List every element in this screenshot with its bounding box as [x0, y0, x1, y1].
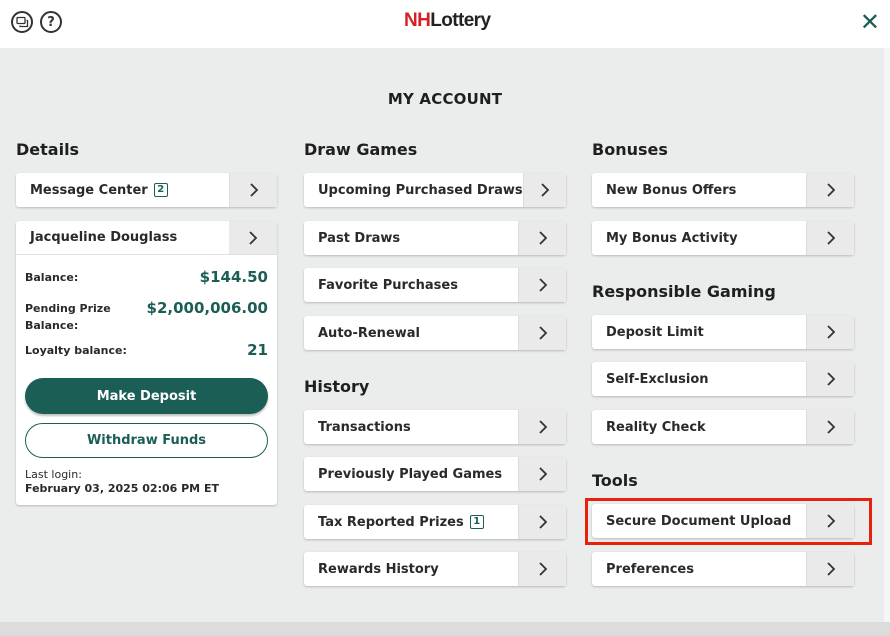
balance-row: Balance: $144.50: [25, 268, 268, 286]
chevron-right-icon[interactable]: [518, 552, 566, 586]
last-login: Last login: February 03, 2025 02:06 PM E…: [25, 468, 219, 495]
menu-item-label: Tax Reported Prizes: [318, 514, 464, 530]
chevron-right-icon[interactable]: [518, 221, 566, 255]
menu-item-label: Message Center: [30, 182, 148, 198]
chevron-right-icon[interactable]: [806, 221, 854, 255]
help-icon[interactable]: ?: [40, 11, 62, 33]
menu-item-upcoming-purchased-draws[interactable]: Upcoming Purchased Draws: [304, 173, 566, 207]
section-title-details: Details: [16, 140, 80, 159]
menu-item-previously-played-games[interactable]: Previously Played Games: [304, 457, 566, 491]
menu-item-auto-renewal[interactable]: Auto-Renewal: [304, 316, 566, 350]
menu-item-deposit-limit[interactable]: Deposit Limit: [592, 315, 854, 349]
chevron-right-icon[interactable]: [806, 362, 854, 396]
chevron-right-icon[interactable]: [518, 457, 566, 491]
nh-lottery-logo[interactable]: NHLottery: [404, 10, 491, 32]
menu-item-favorite-purchases[interactable]: Favorite Purchases: [304, 268, 566, 302]
menu-item-my-bonus-activity[interactable]: My Bonus Activity: [592, 221, 854, 255]
message-count-badge: 2: [153, 183, 168, 197]
loyalty-row: Loyalty balance: 21: [25, 341, 268, 359]
menu-item-rewards-history[interactable]: Rewards History: [304, 552, 566, 586]
chevron-right-icon[interactable]: [229, 173, 277, 207]
withdraw-funds-button[interactable]: Withdraw Funds: [25, 423, 268, 458]
highlight-box: [585, 498, 872, 545]
scrollbar[interactable]: [884, 48, 890, 624]
chevron-right-icon[interactable]: [806, 410, 854, 444]
chevron-right-icon[interactable]: [518, 505, 566, 539]
balance-value: $144.50: [199, 268, 268, 286]
chevron-right-icon[interactable]: [518, 316, 566, 350]
section-title-history: History: [304, 377, 370, 396]
chevron-right-icon[interactable]: [806, 315, 854, 349]
section-title-draw-games: Draw Games: [304, 140, 418, 159]
section-title-bonuses: Bonuses: [592, 140, 668, 159]
section-title-tools: Tools: [592, 471, 638, 490]
menu-item-past-draws[interactable]: Past Draws: [304, 221, 566, 255]
menu-item-message-center[interactable]: Message Center 2: [16, 173, 277, 207]
loyalty-label: Loyalty balance:: [25, 344, 127, 357]
make-deposit-button[interactable]: Make Deposit: [25, 378, 268, 414]
pending-prize-value: $2,000,006.00: [146, 299, 268, 317]
menu-item-preferences[interactable]: Preferences: [592, 552, 854, 586]
chevron-right-icon[interactable]: [806, 173, 854, 207]
account-card: Jacqueline Douglass Balance: $144.50 Pen…: [16, 221, 277, 505]
chevron-right-icon[interactable]: [806, 552, 854, 586]
chevron-right-icon[interactable]: [229, 221, 277, 254]
balance-label: Balance:: [25, 271, 79, 284]
menu-item-reality-check[interactable]: Reality Check: [592, 410, 854, 444]
chat-icon[interactable]: [11, 11, 33, 33]
close-icon[interactable]: ✕: [860, 8, 880, 36]
top-bar: ? NHLottery ✕: [0, 0, 890, 48]
chevron-right-icon[interactable]: [518, 410, 566, 444]
tax-prize-count-badge: 1: [469, 515, 484, 529]
pending-prize-label: Pending Prize Balance:: [25, 302, 111, 332]
menu-item-self-exclusion[interactable]: Self-Exclusion: [592, 362, 854, 396]
page-title: MY ACCOUNT: [387, 90, 503, 108]
account-name: Jacqueline Douglass: [30, 230, 178, 245]
menu-item-new-bonus-offers[interactable]: New Bonus Offers: [592, 173, 854, 207]
menu-item-transactions[interactable]: Transactions: [304, 410, 566, 444]
loyalty-value: 21: [247, 341, 268, 359]
chevron-right-icon[interactable]: [522, 173, 566, 207]
bottom-edge: [0, 622, 890, 636]
account-name-row[interactable]: Jacqueline Douglass: [16, 221, 277, 255]
chevron-right-icon[interactable]: [518, 268, 566, 302]
section-title-responsible-gaming: Responsible Gaming: [592, 282, 776, 301]
pending-prize-row: Pending Prize Balance: $2,000,006.00: [25, 299, 268, 334]
menu-item-tax-reported-prizes[interactable]: Tax Reported Prizes 1: [304, 505, 566, 539]
